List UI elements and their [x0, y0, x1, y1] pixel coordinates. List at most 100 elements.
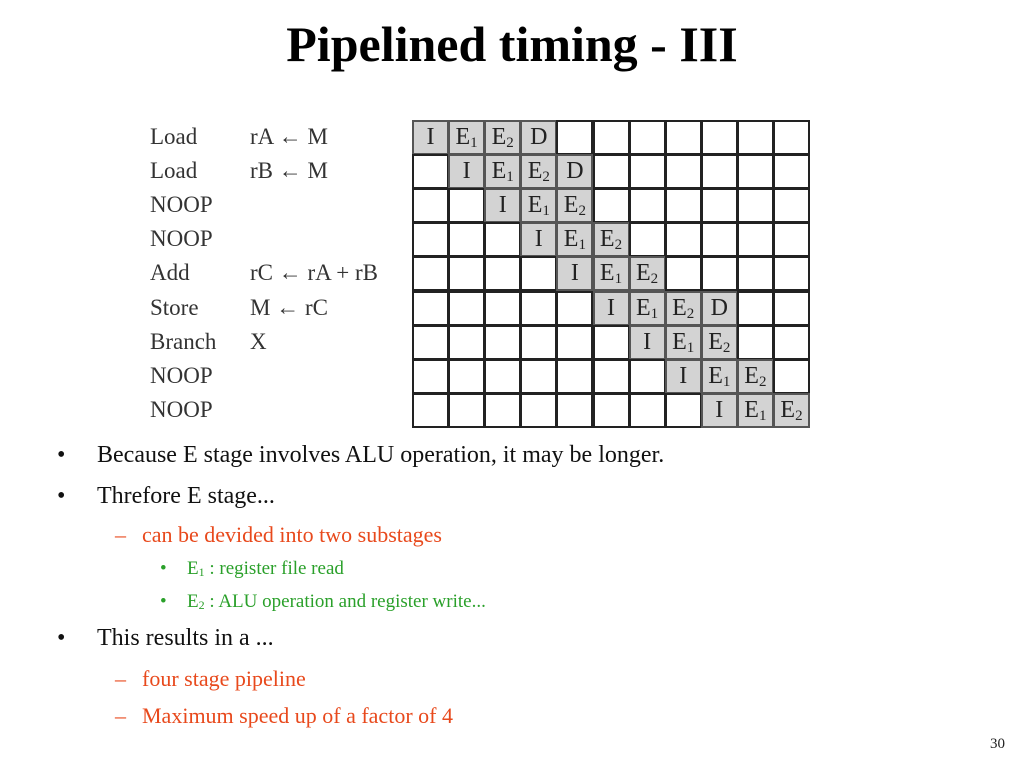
- bullet-text: This results in a ...: [97, 625, 274, 651]
- empty-cell: [556, 358, 594, 394]
- slide-title: Pipelined timing - III: [286, 16, 738, 72]
- instruction-op: Load: [150, 158, 198, 184]
- empty-cell: [448, 256, 486, 292]
- empty-cell: [484, 392, 522, 428]
- stage-cell-e1: E1: [736, 392, 774, 428]
- instruction-operand: rC ← rA + rB: [250, 260, 378, 286]
- empty-cell: [664, 188, 702, 224]
- empty-cell: [628, 392, 666, 428]
- instruction-operand: rA ← M: [250, 124, 328, 149]
- stage-cell-e2: E2: [520, 154, 558, 190]
- empty-cell: [700, 120, 738, 155]
- stage-cell-i: I: [700, 392, 738, 428]
- empty-cell: [556, 120, 594, 155]
- empty-cell: [448, 324, 486, 360]
- empty-cell: [412, 222, 449, 258]
- stage-label: E: [187, 591, 199, 612]
- stage-cell-d: D: [556, 154, 594, 190]
- stage-cell-e1: E1: [556, 222, 594, 258]
- instruction-operand: rB ← M: [250, 158, 328, 184]
- empty-cell: [664, 392, 702, 428]
- dash-marker-icon: –: [115, 703, 126, 728]
- bullet-marker-icon: •: [57, 442, 66, 468]
- bullet-marker-icon: •: [57, 483, 66, 509]
- empty-cell: [628, 222, 666, 258]
- bullet-text: can be devided into two substages: [142, 522, 442, 547]
- empty-cell: [592, 120, 630, 155]
- empty-cell: [412, 358, 449, 394]
- stage-label: E: [187, 558, 199, 579]
- empty-cell: [592, 324, 630, 360]
- empty-cell: [736, 324, 774, 360]
- instruction-op: NOOP: [150, 226, 213, 252]
- empty-cell: [700, 222, 738, 258]
- stage-cell-e1: E1: [664, 324, 702, 360]
- empty-cell: [773, 358, 810, 394]
- instruction-op: Load: [150, 124, 198, 149]
- empty-cell: [664, 256, 702, 292]
- stage-description: : ALU operation and register write...: [204, 591, 486, 612]
- empty-cell: [556, 324, 594, 360]
- empty-cell: [628, 358, 666, 394]
- instruction-operand: X: [250, 328, 267, 354]
- stage-cell-e1: E1: [700, 358, 738, 394]
- stage-cell-e1: E1: [448, 120, 486, 155]
- empty-cell: [412, 154, 449, 190]
- empty-cell: [412, 324, 449, 360]
- empty-cell: [484, 256, 522, 292]
- empty-cell: [412, 188, 449, 224]
- stage-cell-i: I: [448, 154, 486, 190]
- stage-cell-e1: E1: [592, 256, 630, 292]
- empty-cell: [664, 120, 702, 155]
- empty-cell: [412, 256, 449, 292]
- dash-marker-icon: –: [115, 666, 126, 691]
- empty-cell: [592, 154, 630, 190]
- empty-cell: [448, 188, 486, 224]
- empty-cell: [773, 188, 810, 224]
- empty-cell: [664, 222, 702, 258]
- empty-cell: [448, 392, 486, 428]
- empty-cell: [448, 290, 486, 326]
- instruction-op: NOOP: [150, 192, 213, 218]
- stage-cell-i: I: [592, 290, 630, 326]
- empty-cell: [412, 290, 449, 326]
- empty-cell: [592, 358, 630, 394]
- dash-marker-icon: –: [115, 522, 126, 547]
- stage-cell-e2: E2: [664, 290, 702, 326]
- empty-cell: [412, 392, 449, 428]
- empty-cell: [700, 188, 738, 224]
- page-number: 30: [990, 736, 1005, 752]
- stage-cell-e2: E2: [556, 188, 594, 224]
- empty-cell: [736, 188, 774, 224]
- stage-cell-e2: E2: [736, 358, 774, 394]
- bullet-text: four stage pipeline: [142, 666, 306, 691]
- empty-cell: [520, 256, 558, 292]
- instruction-op: Branch: [150, 328, 217, 354]
- bullet-marker-icon: •: [57, 625, 66, 651]
- instruction-op: Store: [150, 294, 199, 320]
- empty-cell: [592, 392, 630, 428]
- instruction-op: NOOP: [150, 396, 213, 422]
- stage-cell-e2: E2: [773, 392, 810, 428]
- empty-cell: [592, 188, 630, 224]
- stage-cell-e2: E2: [628, 256, 666, 292]
- stage-cell-i: I: [484, 188, 522, 224]
- stage-cell-i: I: [412, 120, 449, 155]
- empty-cell: [484, 324, 522, 360]
- empty-cell: [628, 154, 666, 190]
- empty-cell: [773, 256, 810, 292]
- stage-description: : register file read: [204, 558, 344, 579]
- empty-cell: [773, 154, 810, 190]
- stage-cell-e2: E2: [484, 120, 522, 155]
- empty-cell: [773, 222, 810, 258]
- empty-cell: [448, 222, 486, 258]
- stage-cell-e2: E2: [592, 222, 630, 258]
- bullet-text: Threfore E stage...: [97, 483, 275, 509]
- empty-cell: [628, 120, 666, 155]
- stage-cell-i: I: [664, 358, 702, 394]
- empty-cell: [556, 392, 594, 428]
- empty-cell: [520, 290, 558, 326]
- empty-cell: [484, 358, 522, 394]
- empty-cell: [700, 256, 738, 292]
- bullet-marker-icon: •: [160, 558, 167, 579]
